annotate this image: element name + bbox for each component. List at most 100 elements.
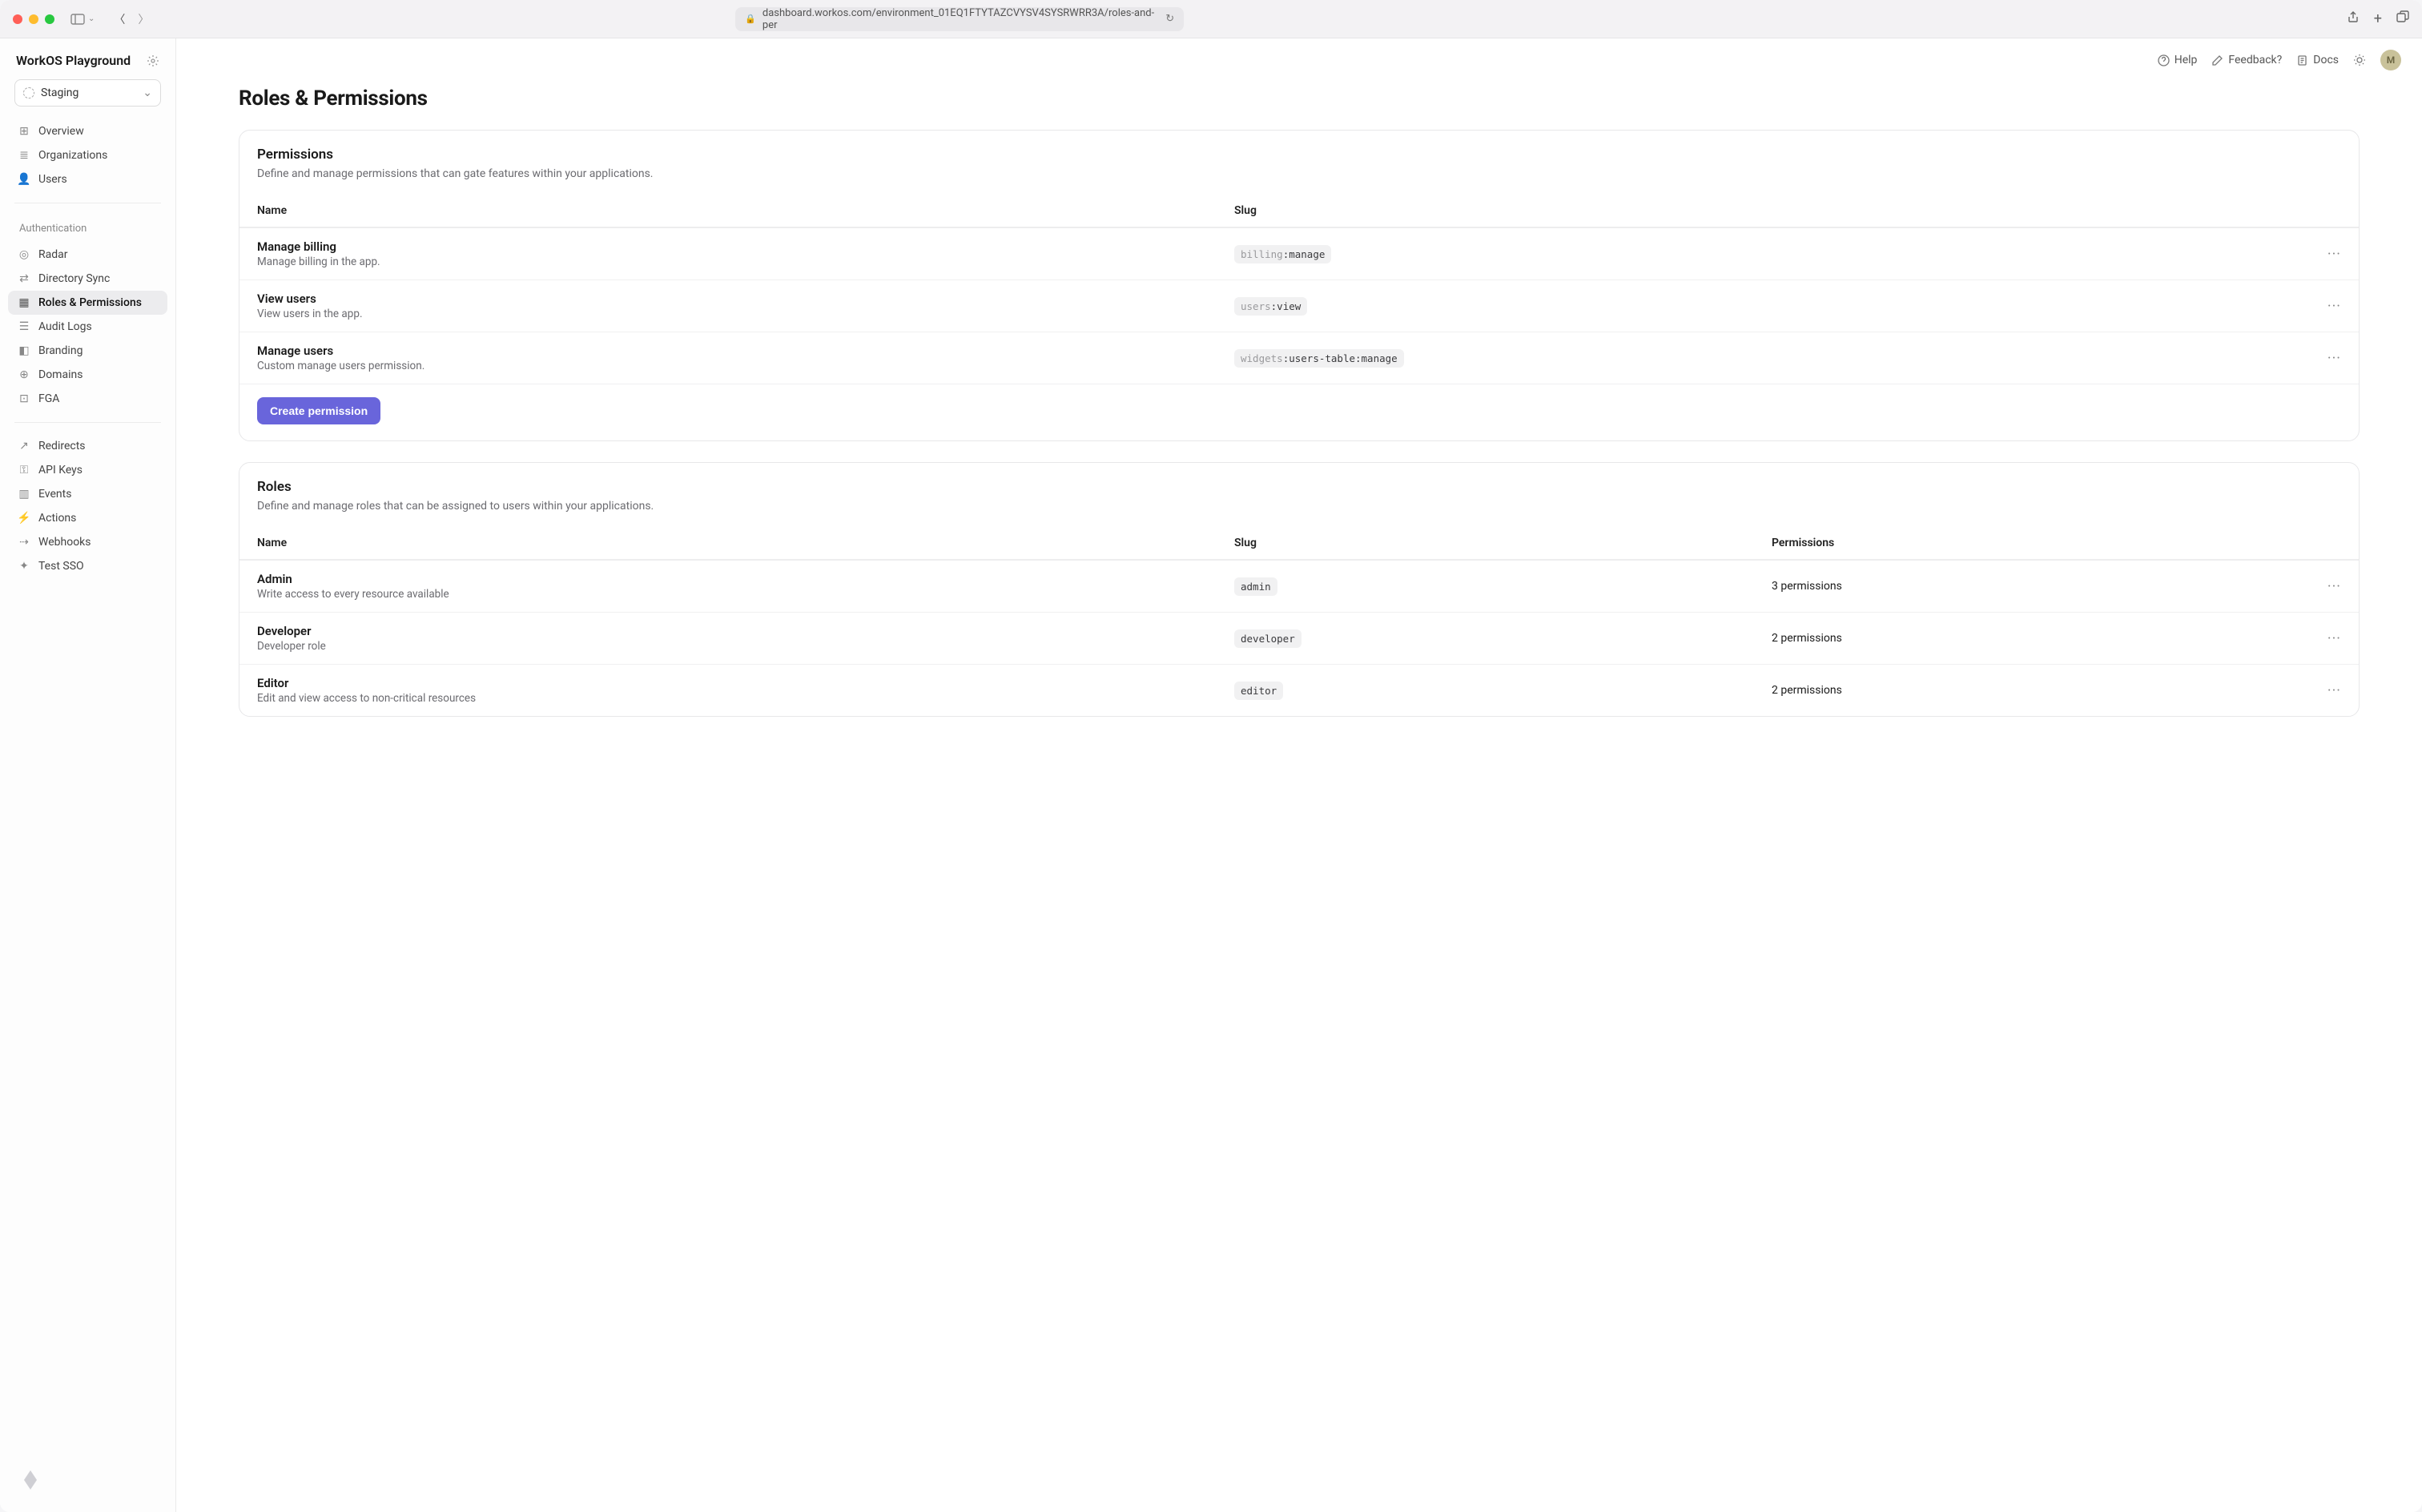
permission-desc: Custom manage users permission.	[257, 360, 1234, 372]
sidebar-item-label: Events	[38, 488, 71, 501]
role-slug: developer	[1234, 629, 1302, 648]
new-tab-icon[interactable]: +	[2374, 10, 2382, 27]
help-link[interactable]: Help	[2158, 54, 2198, 66]
sidebar-item-label: Test SSO	[38, 560, 84, 573]
role-permission-count: 2 permissions	[1772, 632, 2309, 645]
reload-icon[interactable]: ↻	[1165, 13, 1174, 25]
roles-card: Roles Define and manage roles that can b…	[239, 462, 2360, 717]
environment-select[interactable]: Staging ⌄	[14, 79, 161, 107]
sidebar-item-fga[interactable]: ⊡FGA	[8, 387, 167, 411]
sidebar-item-label: Webhooks	[38, 536, 91, 549]
sidebar-item-users[interactable]: 👤 Users	[8, 167, 167, 191]
redirects-icon: ↗	[18, 440, 30, 452]
directory-sync-icon: ⇄	[18, 272, 30, 285]
sidebar-item-label: Overview	[38, 125, 84, 138]
webhooks-icon: ⇢	[18, 536, 30, 549]
sidebar-item-api-keys[interactable]: ⚿API Keys	[8, 458, 167, 482]
sidebar: WorkOS Playground Staging ⌄ ⊞Overview≣Or…	[0, 38, 176, 1512]
sidebar-item-actions[interactable]: ⚡ Actions	[8, 506, 167, 530]
sidebar-item-overview[interactable]: ⊞Overview	[8, 119, 167, 143]
sidebar-item-label: Users	[38, 173, 67, 186]
row-actions-icon[interactable]: ···	[2309, 682, 2341, 699]
sidebar-item-branding[interactable]: ◧ Branding	[8, 339, 167, 363]
row-actions-icon[interactable]: ···	[2309, 630, 2341, 647]
avatar[interactable]: M	[2380, 50, 2401, 70]
sidebar-item-roles-permissions[interactable]: ▦Roles & Permissions	[8, 291, 167, 315]
docs-link[interactable]: Docs	[2296, 54, 2339, 66]
permission-row: View usersView users in the app.users:vi…	[239, 279, 2359, 332]
role-slug: admin	[1234, 577, 1277, 596]
permission-row: Manage billingManage billing in the app.…	[239, 227, 2359, 279]
environment-icon	[23, 87, 34, 99]
sidebar-item-redirects[interactable]: ↗ Redirects	[8, 434, 167, 458]
col-slug: Slug	[1234, 204, 2309, 217]
sidebar-item-label: Audit Logs	[38, 320, 92, 333]
role-permission-count: 3 permissions	[1772, 580, 2309, 593]
role-desc: Edit and view access to non-critical res…	[257, 692, 1234, 705]
row-actions-icon[interactable]: ···	[2309, 298, 2341, 315]
share-icon[interactable]	[2347, 10, 2360, 27]
col-permissions: Permissions	[1772, 537, 2309, 549]
permissions-title: Permissions	[257, 147, 2341, 163]
users-icon: 👤	[18, 173, 30, 186]
chevron-down-icon: ⌄	[143, 86, 152, 99]
browser-toolbar: ⌄ 〈 〉 🔒 dashboard.workos.com/environment…	[0, 0, 2422, 38]
organizations-icon: ≣	[18, 149, 30, 162]
workos-logo-icon	[18, 1467, 158, 1493]
url-bar[interactable]: 🔒 dashboard.workos.com/environment_01EQ1…	[735, 7, 1184, 31]
permissions-description: Define and manage permissions that can g…	[257, 167, 2341, 180]
row-actions-icon[interactable]: ···	[2309, 246, 2341, 263]
back-icon[interactable]: 〈	[114, 11, 125, 27]
tabs-icon[interactable]	[2396, 10, 2409, 27]
sidebar-item-directory-sync[interactable]: ⇄Directory Sync	[8, 267, 167, 291]
sidebar-item-audit-logs[interactable]: ☰Audit Logs	[8, 315, 167, 339]
lock-icon: 🔒	[745, 14, 756, 24]
sidebar-item-radar[interactable]: ◎ Radar	[8, 243, 167, 267]
sidebar-toggle-icon[interactable]: ⌄	[70, 14, 95, 25]
sidebar-item-label: Branding	[38, 344, 82, 357]
close-window-icon[interactable]	[13, 14, 22, 24]
sidebar-item-label: Radar	[38, 248, 68, 261]
sidebar-item-webhooks[interactable]: ⇢ Webhooks	[8, 530, 167, 554]
sidebar-item-organizations[interactable]: ≣Organizations	[8, 143, 167, 167]
role-name: Admin	[257, 572, 1234, 586]
topbar: Help Feedback? Docs	[176, 38, 2422, 70]
fga-icon: ⊡	[18, 392, 30, 405]
docs-icon	[2296, 54, 2308, 66]
roles-permissions-icon: ▦	[18, 296, 30, 309]
sidebar-item-test-sso[interactable]: ✦ Test SSO	[8, 554, 167, 578]
maximize-window-icon[interactable]	[45, 14, 54, 24]
row-actions-icon[interactable]: ···	[2309, 578, 2341, 595]
row-actions-icon[interactable]: ···	[2309, 350, 2341, 367]
permission-slug: billing:manage	[1234, 245, 1331, 263]
feedback-link[interactable]: Feedback?	[2211, 54, 2282, 66]
gear-icon[interactable]	[147, 54, 159, 67]
roles-title: Roles	[257, 479, 2341, 495]
minimize-window-icon[interactable]	[29, 14, 38, 24]
sidebar-item-label: Actions	[38, 512, 76, 525]
col-slug: Slug	[1234, 537, 1772, 549]
feedback-icon	[2211, 54, 2223, 66]
role-row: AdminWrite access to every resource avai…	[239, 560, 2359, 612]
test-sso-icon: ✦	[18, 560, 30, 573]
permission-name: Manage users	[257, 344, 1234, 358]
theme-toggle-icon[interactable]	[2353, 54, 2366, 66]
role-desc: Developer role	[257, 640, 1234, 653]
sidebar-item-events[interactable]: ▥Events	[8, 482, 167, 506]
col-name: Name	[257, 204, 1234, 217]
actions-icon: ⚡	[18, 512, 30, 525]
radar-icon: ◎	[18, 248, 30, 261]
permission-desc: View users in the app.	[257, 308, 1234, 320]
permission-row: Manage users Custom manage users permissi…	[239, 332, 2359, 384]
permission-slug: widgets:users-table:manage	[1234, 349, 1404, 368]
roles-description: Define and manage roles that can be assi…	[257, 500, 2341, 513]
sidebar-item-label: Redirects	[38, 440, 86, 452]
sidebar-item-domains[interactable]: ⊕Domains	[8, 363, 167, 387]
permission-slug: users:view	[1234, 297, 1307, 316]
create-permission-button[interactable]: Create permission	[257, 397, 380, 424]
sidebar-item-label: Domains	[38, 368, 82, 381]
branding-icon: ◧	[18, 344, 30, 357]
permission-desc: Manage billing in the app.	[257, 255, 1234, 268]
role-permission-count: 2 permissions	[1772, 684, 2309, 697]
window-controls	[13, 14, 54, 24]
